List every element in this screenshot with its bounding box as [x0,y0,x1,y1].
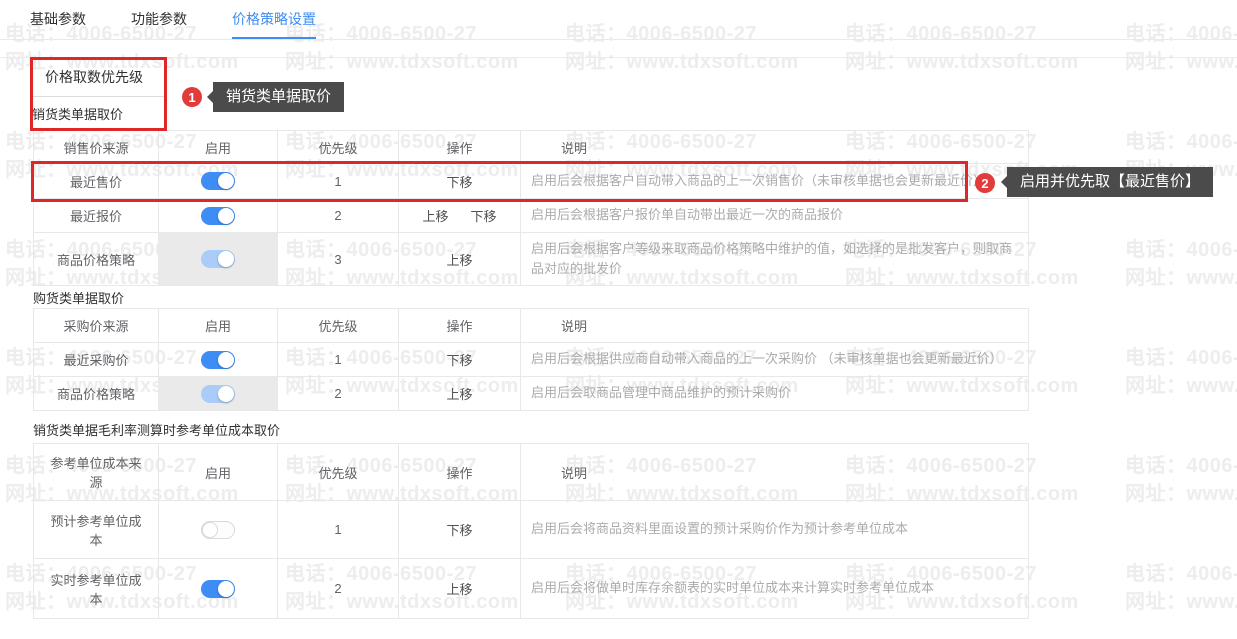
col-header-action: 操作 [399,444,521,501]
col-header-priority: 优先级 [278,444,399,501]
source-cell: 最近售价 [34,164,159,199]
priority-cell: 1 [278,164,399,199]
subtab-price-priority[interactable]: 价格取数优先级 [45,67,143,87]
col-header-source: 参考单位成本来源 [34,444,159,501]
table-header-row: 销售价来源 启用 优先级 操作 说明 [34,131,1029,164]
enable-cell [159,233,278,286]
move-action-link[interactable]: 下移 [446,523,472,538]
enable-cell [159,343,278,377]
col-header-enable: 启用 [159,309,278,343]
action-cell: 上移 [399,233,521,286]
description-cell: 启用后会将做单时库存余额表的实时单位成本来计算实时参考单位成本 [521,559,1029,619]
enable-toggle[interactable] [201,250,235,268]
sales-price-table: 销售价来源 启用 优先级 操作 说明 最近售价 1 下移 启用后会根据客户自动带… [33,130,1029,286]
priority-cell: 1 [278,501,399,559]
priority-cell: 2 [278,559,399,619]
settings-tabbar: 基础参数 功能参数 价格策略设置 [0,0,1237,40]
enable-toggle[interactable] [201,207,235,225]
source-cell: 最近报价 [34,199,159,233]
tab-basic-params[interactable]: 基础参数 [30,0,86,39]
action-cell: 下移 [399,343,521,377]
col-header-source: 销售价来源 [34,131,159,164]
price-strategy-settings-page: 电话：4006-6500-27网址：www.tdxsoft.com电话：4006… [0,0,1237,639]
subtab-underline [31,96,165,97]
move-action-link[interactable]: 下移 [446,175,472,190]
table-row: 实时参考单位成本 2 上移 启用后会将做单时库存余额表的实时单位成本来计算实时参… [34,559,1029,619]
toggle-knob [218,251,234,267]
col-header-action: 操作 [399,131,521,164]
col-header-description: 说明 [521,309,1029,343]
priority-cell: 2 [278,377,399,411]
move-action-link[interactable]: 上移 [422,209,448,224]
purchase-price-table: 采购价来源 启用 优先级 操作 说明 最近采购价 1 下移 启用后会根据供应商自… [33,308,1029,411]
table-row: 预计参考单位成本 1 下移 启用后会将商品资料里面设置的预计采购价作为预计参考单… [34,501,1029,559]
section-title-cost: 销货类单据毛利率测算时参考单位成本取价 [33,420,280,439]
description-cell: 启用后会根据客户等级来取商品价格策略中维护的值，如选择的是批发客户，则取商品对应… [521,233,1029,286]
action-cell: 下移 [399,501,521,559]
action-cell: 下移 [399,164,521,199]
col-header-enable: 启用 [159,131,278,164]
toggle-knob [218,386,234,402]
description-cell: 启用后会根据客户自动带入商品的上一次销售价（未审核单据也会更新最近价） [521,164,1029,199]
toggle-knob [218,173,234,189]
description-cell: 启用后会根据供应商自动带入商品的上一次采购价 （未审核单据也会更新最近价） [521,343,1029,377]
source-cell: 实时参考单位成本 [34,559,159,619]
action-cell: 上移 [399,559,521,619]
toggle-knob [218,352,234,368]
enable-cell [159,377,278,411]
table-row: 最近报价 2 上移 下移 启用后会根据客户报价单自动带出最近一次的商品报价 [34,199,1029,233]
table-row: 商品价格策略 2 上移 启用后会取商品管理中商品维护的预计采购价 [34,377,1029,411]
description-cell: 启用后会取商品管理中商品维护的预计采购价 [521,377,1029,411]
source-cell: 最近采购价 [34,343,159,377]
description-cell: 启用后会根据客户报价单自动带出最近一次的商品报价 [521,199,1029,233]
table-row: 最近采购价 1 下移 启用后会根据供应商自动带入商品的上一次采购价 （未审核单据… [34,343,1029,377]
priority-cell: 2 [278,199,399,233]
panel-top-divider [0,57,1237,58]
section-title-purchase: 购货类单据取价 [33,288,124,307]
enable-cell [159,199,278,233]
move-action-link[interactable]: 下移 [446,353,472,368]
action-cell: 上移 下移 [399,199,521,233]
col-header-description: 说明 [521,444,1029,501]
col-header-priority: 优先级 [278,131,399,164]
source-cell: 商品价格策略 [34,233,159,286]
enable-toggle[interactable] [201,580,235,598]
enable-cell [159,164,278,199]
action-cell: 上移 [399,377,521,411]
enable-toggle[interactable] [201,351,235,369]
toggle-knob [202,522,218,538]
move-action-link[interactable]: 上移 [446,387,472,402]
priority-cell: 3 [278,233,399,286]
col-header-description: 说明 [521,131,1029,164]
tab-price-strategy[interactable]: 价格策略设置 [232,0,316,39]
section-title-sales: 销货类单据取价 [32,104,123,123]
table-header-row: 采购价来源 启用 优先级 操作 说明 [34,309,1029,343]
enable-toggle[interactable] [201,385,235,403]
enable-toggle[interactable] [201,521,235,539]
table-header-row: 参考单位成本来源 启用 优先级 操作 说明 [34,444,1029,501]
col-header-action: 操作 [399,309,521,343]
enable-cell [159,559,278,619]
enable-cell [159,501,278,559]
priority-cell: 1 [278,343,399,377]
unit-cost-table: 参考单位成本来源 启用 优先级 操作 说明 预计参考单位成本 1 下移 启用后会… [33,443,1029,619]
tab-function-params[interactable]: 功能参数 [131,0,187,39]
col-header-source: 采购价来源 [34,309,159,343]
table-row: 商品价格策略 3 上移 启用后会根据客户等级来取商品价格策略中维护的值，如选择的… [34,233,1029,286]
toggle-knob [218,581,234,597]
enable-toggle[interactable] [201,172,235,190]
col-header-priority: 优先级 [278,309,399,343]
move-action-link[interactable]: 上移 [446,253,472,268]
description-cell: 启用后会将商品资料里面设置的预计采购价作为预计参考单位成本 [521,501,1029,559]
move-action-link[interactable]: 上移 [446,582,472,597]
table-row: 最近售价 1 下移 启用后会根据客户自动带入商品的上一次销售价（未审核单据也会更… [34,164,1029,199]
source-cell: 商品价格策略 [34,377,159,411]
col-header-enable: 启用 [159,444,278,501]
toggle-knob [218,208,234,224]
move-action-link[interactable]: 下移 [471,209,497,224]
source-cell: 预计参考单位成本 [34,501,159,559]
